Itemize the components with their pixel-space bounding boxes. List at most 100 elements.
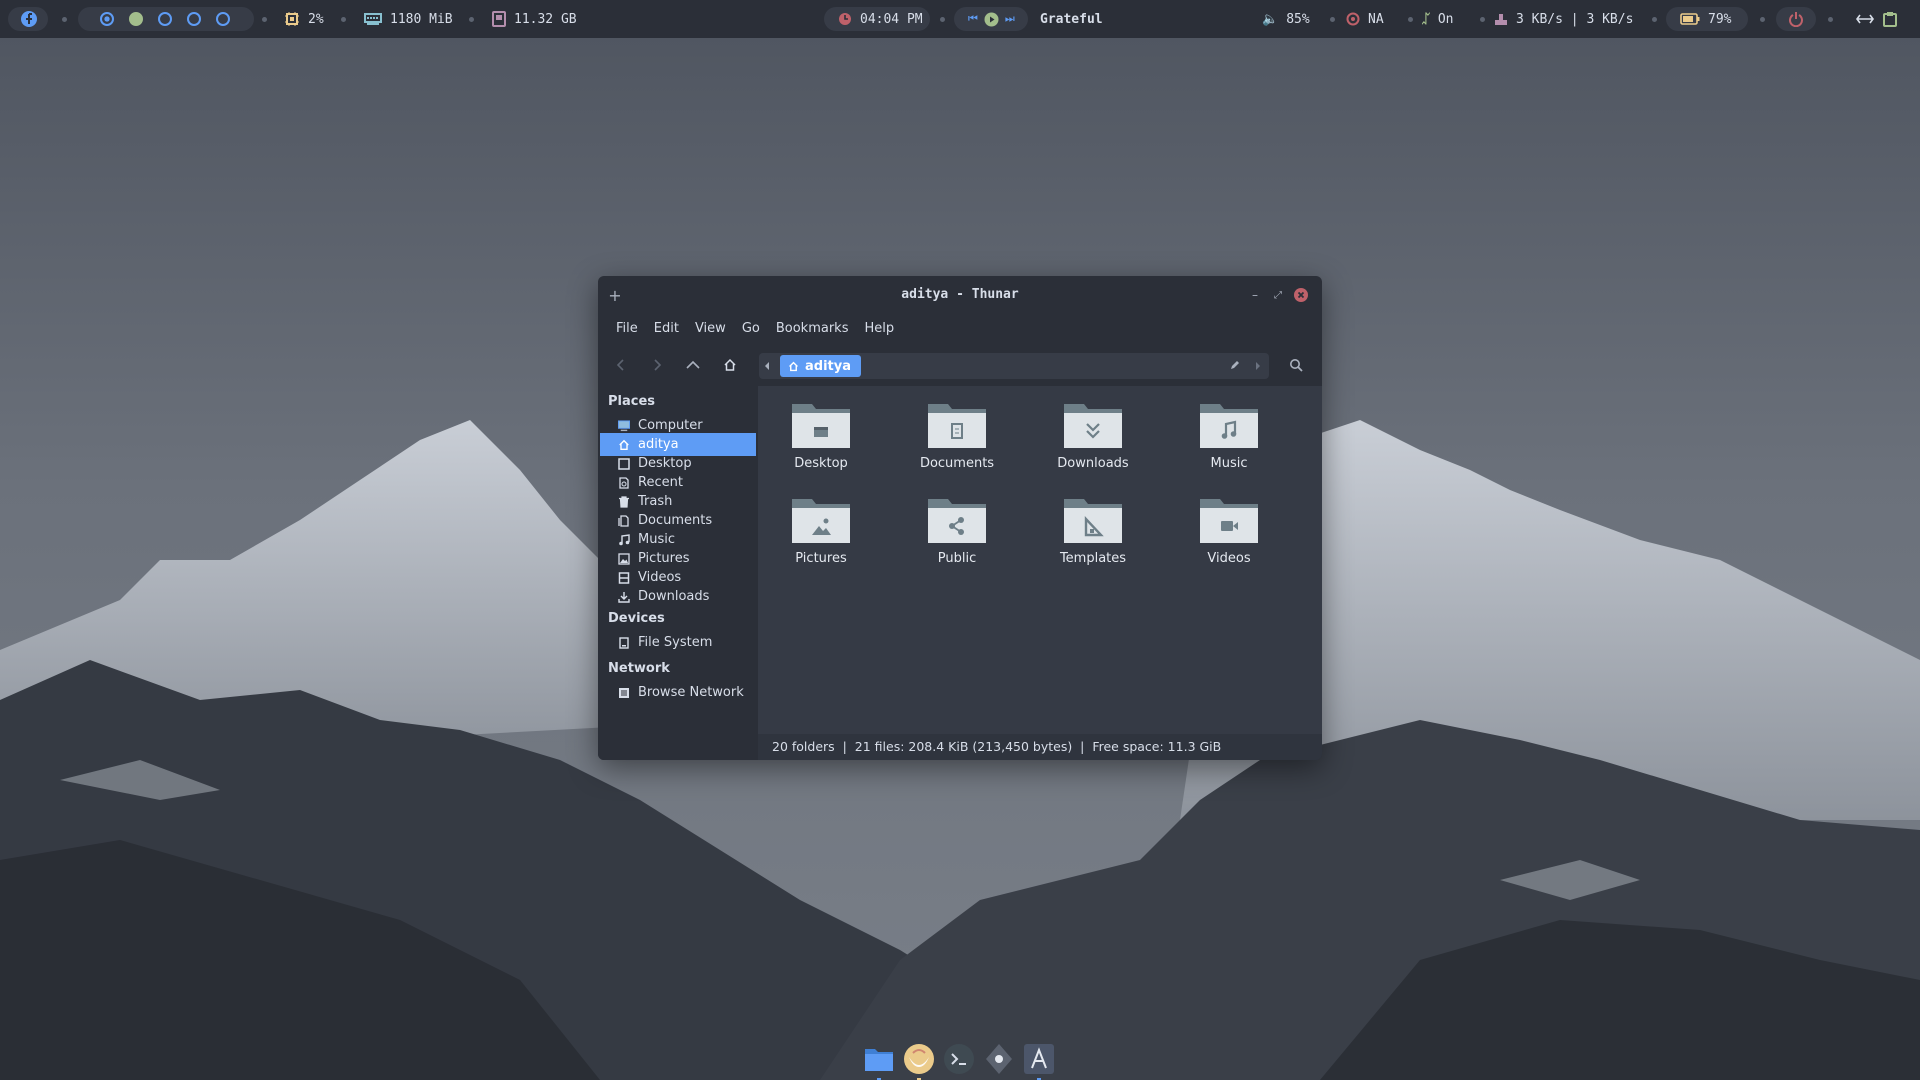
- window-titlebar[interactable]: + aditya - Thunar – ⤢: [598, 276, 1322, 314]
- music-icon: [618, 533, 630, 546]
- forward-button[interactable]: [644, 353, 670, 377]
- folder-label: Music: [1210, 456, 1248, 471]
- videos-icon: [618, 571, 630, 584]
- file-view[interactable]: Desktop Documents Downloads Music Pictur…: [758, 386, 1322, 744]
- terminal-icon[interactable]: [943, 1043, 975, 1075]
- sidebar-item-label: Music: [638, 532, 675, 547]
- network-module[interactable]: NA: [1346, 0, 1384, 38]
- folder-pictures[interactable]: Pictures: [766, 495, 876, 575]
- folder-public[interactable]: Public: [902, 495, 1012, 575]
- sidebar-item-browse-network[interactable]: Browse Network: [600, 681, 756, 704]
- folder-videos[interactable]: Videos: [1174, 495, 1284, 575]
- now-playing: Grateful: [1040, 0, 1103, 38]
- path-scroll-right-button[interactable]: [1255, 360, 1261, 375]
- menu-edit[interactable]: Edit: [646, 314, 687, 344]
- previous-track-icon[interactable]: ⏮: [968, 12, 978, 26]
- menu-file[interactable]: File: [608, 314, 646, 344]
- sidebar-item-downloads[interactable]: Downloads: [600, 585, 756, 608]
- chevron-up-icon: [686, 360, 700, 369]
- app-launcher-button[interactable]: [20, 0, 38, 38]
- status-bar: 20 folders | 21 files: 208.4 KiB (213,45…: [758, 734, 1322, 760]
- bluetooth-module[interactable]: ᛢ On: [1422, 0, 1453, 38]
- sidebar-item-label: Computer: [638, 418, 703, 433]
- battery-icon: [1680, 13, 1700, 25]
- minimize-button[interactable]: –: [1246, 286, 1264, 304]
- separator-dot: [62, 17, 67, 22]
- folder-desktop[interactable]: Desktop: [766, 400, 876, 480]
- separator-dot: [341, 17, 346, 22]
- disk-icon: [492, 11, 506, 27]
- sidebar-item-file-system[interactable]: File System: [600, 631, 756, 654]
- folder-label: Downloads: [1057, 456, 1129, 471]
- folder-music[interactable]: Music: [1174, 400, 1284, 480]
- ethernet-icon: [1495, 14, 1507, 25]
- volume-level: 85%: [1286, 11, 1310, 27]
- sidebar-item-label: Videos: [638, 570, 682, 585]
- separator-dot: [1408, 17, 1413, 22]
- volume-module[interactable]: 🔈 85%: [1262, 0, 1310, 38]
- workspace-1[interactable]: [100, 12, 114, 26]
- menu-go[interactable]: Go: [734, 314, 768, 344]
- workspace-2[interactable]: [129, 12, 143, 26]
- sidebar-item-label: Browse Network: [638, 685, 744, 700]
- folder-templates[interactable]: Templates: [1038, 495, 1148, 575]
- chevron-left-icon: [616, 359, 624, 371]
- parent-folder-button[interactable]: [680, 353, 706, 377]
- menu-bookmarks[interactable]: Bookmarks: [768, 314, 857, 344]
- network-icon: [618, 687, 630, 699]
- arrows-horizontal-icon: [1856, 14, 1874, 24]
- path-button-home[interactable]: aditya: [780, 355, 861, 377]
- bluetooth-icon: ᛢ: [1422, 11, 1430, 27]
- back-button[interactable]: [608, 353, 634, 377]
- cpu-usage: 2%: [308, 11, 324, 27]
- path-scroll-left-button[interactable]: [764, 360, 770, 375]
- search-button[interactable]: [1283, 353, 1309, 377]
- workspace-switcher: [100, 0, 230, 38]
- menu-view[interactable]: View: [687, 314, 734, 344]
- recent-icon: [618, 476, 630, 489]
- drive-icon: [618, 636, 630, 649]
- home-icon: [618, 439, 630, 451]
- home-button[interactable]: [717, 353, 743, 377]
- power-button[interactable]: [1788, 0, 1804, 38]
- play-icon[interactable]: [984, 12, 999, 27]
- workspace-3[interactable]: [158, 12, 172, 26]
- caret-right-icon: [1256, 362, 1260, 370]
- file-manager-icon[interactable]: [863, 1043, 895, 1075]
- close-icon: [1294, 288, 1308, 302]
- clipboard-button[interactable]: [1882, 0, 1898, 38]
- clock-module[interactable]: 04:04 PM: [838, 0, 923, 38]
- folder-downloads[interactable]: Downloads: [1038, 400, 1148, 480]
- chevron-right-icon: [654, 359, 662, 371]
- pencil-icon: [1231, 361, 1239, 369]
- menu-help[interactable]: Help: [856, 314, 902, 344]
- layout-toggle-button[interactable]: [1856, 0, 1874, 38]
- disk-usage: 11.32 GB: [514, 11, 577, 27]
- memory-icon: [364, 13, 382, 25]
- location-bar[interactable]: aditya: [759, 353, 1269, 379]
- next-track-icon[interactable]: ⏭: [1005, 12, 1015, 26]
- folder-label: Pictures: [795, 551, 847, 566]
- song-title: Grateful: [1040, 11, 1103, 27]
- sidebar-item-label: File System: [638, 635, 713, 650]
- close-button[interactable]: [1292, 286, 1310, 304]
- documents-folder-icon: [928, 404, 986, 448]
- workspace-4[interactable]: [187, 12, 201, 26]
- toolbar: aditya: [598, 344, 1322, 386]
- memory-module: 1180 MiB: [364, 0, 453, 38]
- text-editor-icon[interactable]: [1023, 1043, 1055, 1075]
- sidebar: Places Computer aditya Desktop Recent Tr…: [598, 386, 758, 760]
- computer-icon: [618, 419, 630, 432]
- folder-documents[interactable]: Documents: [902, 400, 1012, 480]
- workspace-5[interactable]: [216, 12, 230, 26]
- separator-dot: [940, 17, 945, 22]
- trash-icon: [618, 495, 630, 508]
- firefox-icon[interactable]: [903, 1043, 935, 1075]
- sidebar-item-label: Pictures: [638, 551, 690, 566]
- edit-location-button[interactable]: [1229, 359, 1241, 375]
- maximize-button[interactable]: ⤢: [1269, 286, 1287, 304]
- sidebar-item-label: Trash: [638, 494, 673, 509]
- memory-usage: 1180 MiB: [390, 11, 453, 27]
- documents-icon: [618, 514, 630, 527]
- settings-icon[interactable]: [983, 1043, 1015, 1075]
